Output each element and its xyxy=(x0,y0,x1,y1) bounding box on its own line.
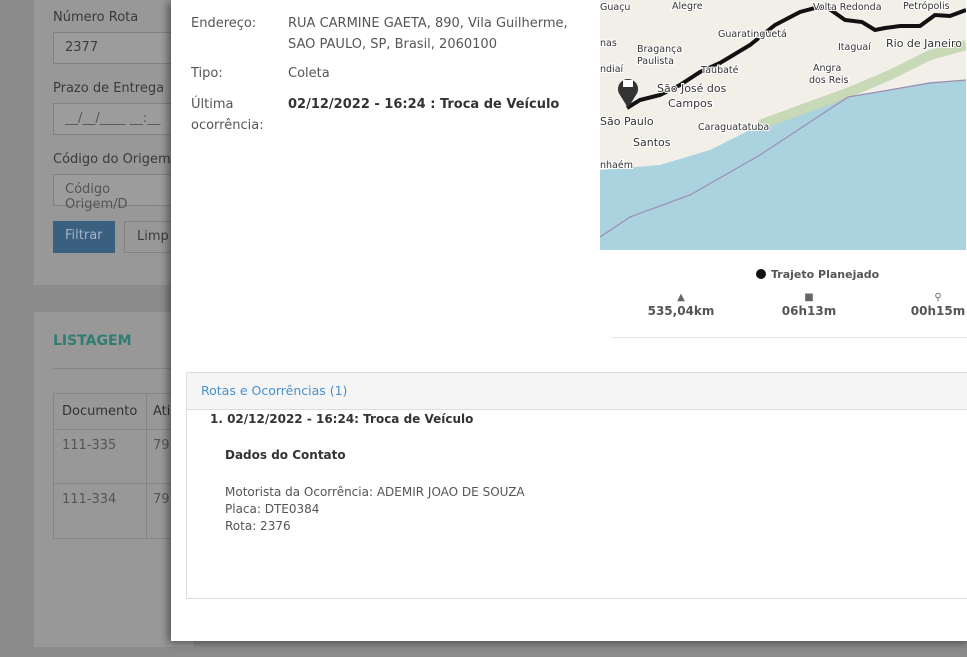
numero-rota-input[interactable]: 2377 xyxy=(53,32,183,64)
prazo-label: Prazo de Entrega xyxy=(53,81,165,96)
map-label: Paulista xyxy=(637,56,674,67)
legend-label: Trajeto Planejado xyxy=(771,268,880,281)
map-label: Volta Redonda xyxy=(813,2,882,13)
map-label: Guaçu xyxy=(600,2,630,13)
panel-title-link[interactable]: Rotas e Ocorrências (1) xyxy=(187,373,967,410)
motorista-text: Motorista da Ocorrência: ADEMIR JOAO DE … xyxy=(225,485,525,499)
cell: 111-334 xyxy=(54,484,147,538)
ultima-label: Última ocorrência: xyxy=(191,97,264,133)
divider xyxy=(612,337,967,338)
map-label: Itaguaí xyxy=(838,42,871,53)
distance-value: 535,04km xyxy=(647,304,715,318)
map-label: dos Reis xyxy=(809,75,848,86)
stat-stop-time: ⚲ 00h15m xyxy=(893,292,967,318)
endereco-label: Endereço: xyxy=(191,16,257,31)
duration-value: 06h13m xyxy=(781,304,837,318)
filtrar-button[interactable]: Filtrar xyxy=(53,221,115,253)
endereco-value: RUA CARMINE GAETA, 890, Vila Guilherme, … xyxy=(288,16,568,52)
occurrence-modal: Endereço: RUA CARMINE GAETA, 890, Vila Gu… xyxy=(171,0,967,641)
legend-dot-icon xyxy=(756,269,766,279)
road-icon: ▲ xyxy=(677,292,685,303)
map-label: Petrópolis xyxy=(903,1,950,12)
route-legend: Trajeto Planejado xyxy=(756,268,879,281)
map-label: ndiaí xyxy=(600,64,624,75)
truck-icon: ■ xyxy=(804,292,814,303)
stop-time-value: 00h15m xyxy=(910,304,966,318)
occurrence-item: 1. 02/12/2022 - 16:24: Troca de Veículo xyxy=(210,412,474,426)
listagem-title: LISTAGEM xyxy=(53,333,132,349)
map-label: Bragança xyxy=(637,44,682,55)
tipo-label: Tipo: xyxy=(191,66,223,81)
map-label: nhaém xyxy=(600,160,633,171)
map-label: São Paulo xyxy=(600,115,654,128)
tipo-value: Coleta xyxy=(288,66,330,81)
contact-title: Dados do Contato xyxy=(225,448,346,462)
rota-text: Rota: 2376 xyxy=(225,519,291,533)
map-label: Campos xyxy=(668,97,713,110)
map-label: Caraguatatuba xyxy=(698,122,769,133)
cell: 111-335 xyxy=(54,430,147,483)
map-label: Santos xyxy=(633,136,671,149)
divider xyxy=(53,368,183,369)
header-documento: Documento xyxy=(54,394,147,429)
map-label: Angra xyxy=(813,63,841,74)
stat-duration: ■ 06h13m xyxy=(764,292,854,318)
map-label: Alegre xyxy=(672,1,703,12)
map-label: nas xyxy=(600,38,617,49)
map-canvas[interactable]: Guaçu Alegre Volta Redonda Petrópolis na… xyxy=(600,0,966,250)
route-map[interactable]: Guaçu Alegre Volta Redonda Petrópolis na… xyxy=(600,0,966,250)
map-label: Rio de Janeiro xyxy=(886,37,962,50)
numero-rota-label: Número Rota xyxy=(53,10,139,25)
map-label: Taubaté xyxy=(700,65,739,76)
table-row[interactable]: 111-334 79 xyxy=(54,484,182,538)
map-label: São José dos xyxy=(657,82,727,95)
table-row[interactable]: 111-335 79 xyxy=(54,430,182,484)
map-label: Guaratinguetá xyxy=(718,29,787,40)
codigo-label: Código do Origem/ xyxy=(53,152,176,167)
codigo-input[interactable]: Código Origem/D xyxy=(53,174,183,212)
listing-table: Documento Ati 111-335 79 111-334 79 xyxy=(53,393,183,539)
rotas-ocorrencias-panel: Rotas e Ocorrências (1) 1. 02/12/2022 - … xyxy=(186,372,967,599)
ultima-value: 02/12/2022 - 16:24 : Troca de Veículo xyxy=(288,97,560,112)
map-pin-icon: ⚲ xyxy=(934,292,942,303)
prazo-input[interactable]: __/__/____ __:__ xyxy=(53,103,183,135)
stat-distance: ▲ 535,04km xyxy=(636,292,726,318)
placa-text: Placa: DTE0384 xyxy=(225,502,320,516)
